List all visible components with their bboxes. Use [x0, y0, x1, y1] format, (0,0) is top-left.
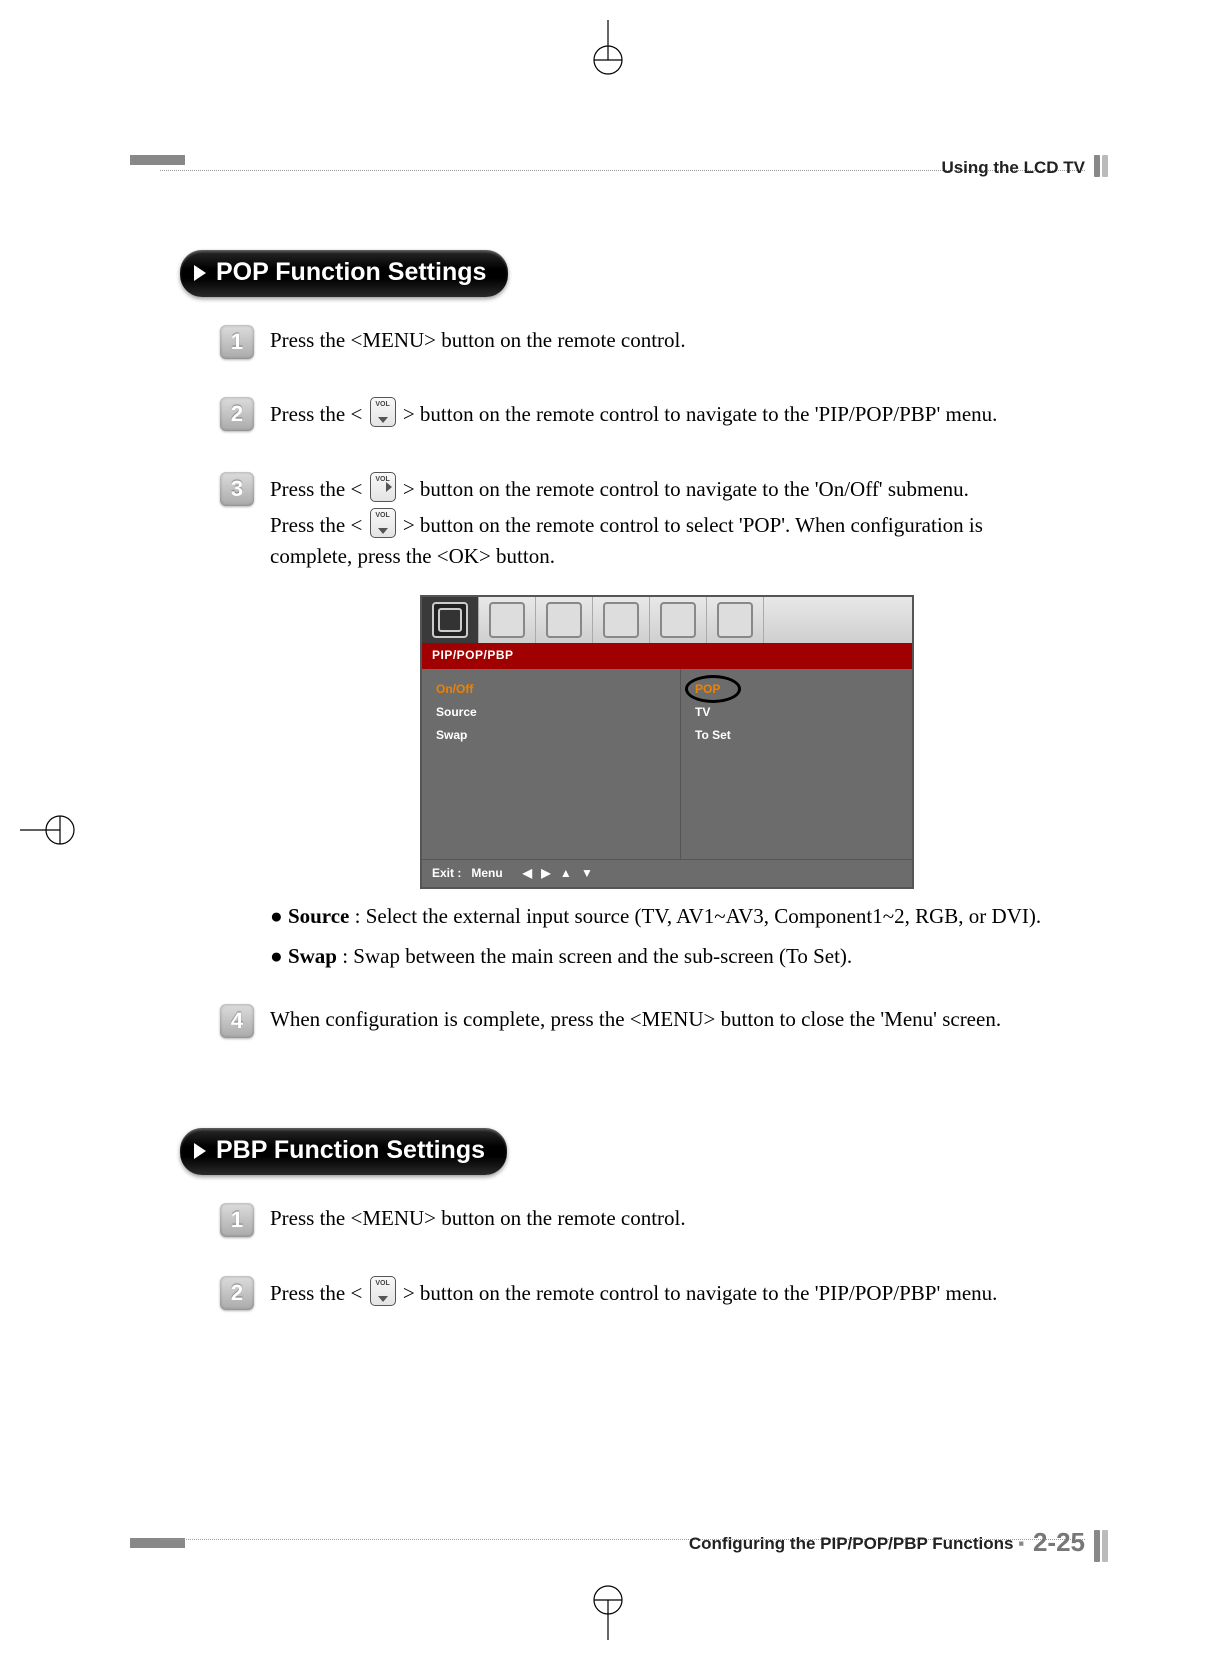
section-heading-pbp: PBP Function Settings: [180, 1128, 507, 1175]
footer-tick-icon: [1102, 1530, 1108, 1562]
step-number-badge: 2: [220, 1276, 254, 1310]
dish-icon: [717, 602, 753, 638]
step-text: When configuration is complete, press th…: [270, 1004, 1065, 1034]
setup-icon: [660, 602, 696, 638]
crop-mark-left: [20, 800, 80, 860]
header-accent-bar: [130, 155, 185, 165]
pip-icon: [432, 602, 468, 638]
step-number-badge: 4: [220, 1004, 254, 1038]
section-heading-pop: POP Function Settings: [180, 250, 508, 297]
osd-item-onoff: On/Off: [436, 681, 666, 698]
highlight-oval-icon: [685, 675, 741, 703]
osd-left-pane: On/Off Source Swap: [422, 669, 681, 859]
picture-icon: [489, 602, 525, 638]
step-number-badge: 1: [220, 325, 254, 359]
osd-tab-2: [479, 597, 536, 643]
channel-icon: [603, 602, 639, 638]
osd-tab-6: [707, 597, 764, 643]
osd-tab-pip: [422, 597, 479, 643]
crop-mark-top: [578, 20, 638, 80]
triangle-right-icon: [194, 1143, 206, 1159]
remote-vol-right-icon: VOL: [370, 472, 396, 502]
footer-topic: Configuring the PIP/POP/PBP Functions: [689, 1534, 1014, 1553]
sound-icon: [546, 602, 582, 638]
instruction-step: 1 Press the <MENU> button on the remote …: [220, 325, 1065, 359]
header-tick-icon: [1094, 155, 1100, 177]
crop-mark-bottom: [578, 1580, 638, 1640]
remote-vol-down-icon: VOL: [370, 1276, 396, 1306]
step-text: Press the < VOL > button on the remote c…: [270, 1276, 1065, 1308]
section-title: POP Function Settings: [216, 258, 486, 286]
osd-tab-bar: [422, 597, 912, 643]
osd-tab-3: [536, 597, 593, 643]
step-text: Press the <MENU> button on the remote co…: [270, 1203, 1065, 1233]
step-number-badge: 1: [220, 1203, 254, 1237]
osd-value-pop: POP: [695, 681, 720, 698]
instruction-step: 3 Press the < VOL > button on the remote…: [220, 472, 1065, 972]
instruction-step: 4 When configuration is complete, press …: [220, 1004, 1065, 1038]
osd-menu-title: PIP/POP/PBP: [422, 643, 912, 668]
bullet-swap: Swap : Swap between the main screen and …: [270, 941, 1065, 971]
osd-right-pane: POP TV To Set: [681, 669, 912, 859]
header-tick-icon: [1102, 155, 1108, 177]
remote-vol-down-icon: VOL: [370, 508, 396, 538]
footer-text: Configuring the PIP/POP/PBP Functions ▪ …: [689, 1527, 1085, 1558]
section-title: PBP Function Settings: [216, 1136, 485, 1164]
osd-status-bar: Exit : Menu ◀ ▶ ▲ ▼: [422, 859, 912, 887]
instruction-step: 2 Press the < VOL > button on the remote…: [220, 1276, 1065, 1312]
osd-nav-arrows-icon: ◀ ▶ ▲ ▼: [523, 865, 596, 882]
osd-item-source: Source: [436, 704, 666, 721]
step-number-badge: 2: [220, 397, 254, 431]
osd-tab-4: [593, 597, 650, 643]
osd-screenshot: PIP/POP/PBP On/Off Source Swap POP TV To…: [420, 595, 914, 889]
step-text: Press the < VOL > button on the remote c…: [270, 397, 1065, 429]
osd-menu-label: Menu: [471, 865, 502, 882]
osd-value-tv: TV: [695, 704, 898, 721]
step-text: Press the <MENU> button on the remote co…: [270, 325, 1065, 355]
osd-exit-label: Exit :: [432, 865, 461, 882]
osd-item-swap: Swap: [436, 727, 666, 744]
footer-tick-icon: [1094, 1530, 1100, 1562]
header-section-title: Using the LCD TV: [941, 158, 1085, 178]
page-number: 2-25: [1033, 1527, 1085, 1557]
step-text: Press the < VOL > button on the remote c…: [270, 508, 1065, 571]
step-number-badge: 3: [220, 472, 254, 506]
instruction-step: 1 Press the <MENU> button on the remote …: [220, 1203, 1065, 1237]
remote-vol-down-icon: VOL: [370, 397, 396, 427]
bullet-source: Source : Select the external input sourc…: [270, 901, 1065, 931]
osd-value-toset: To Set: [695, 727, 898, 744]
osd-tab-5: [650, 597, 707, 643]
step-text: Press the < VOL > button on the remote c…: [270, 472, 1065, 504]
triangle-right-icon: [194, 265, 206, 281]
instruction-step: 2 Press the < VOL > button on the remote…: [220, 397, 1065, 433]
footer-dots-icon: ▪: [1018, 1534, 1033, 1553]
